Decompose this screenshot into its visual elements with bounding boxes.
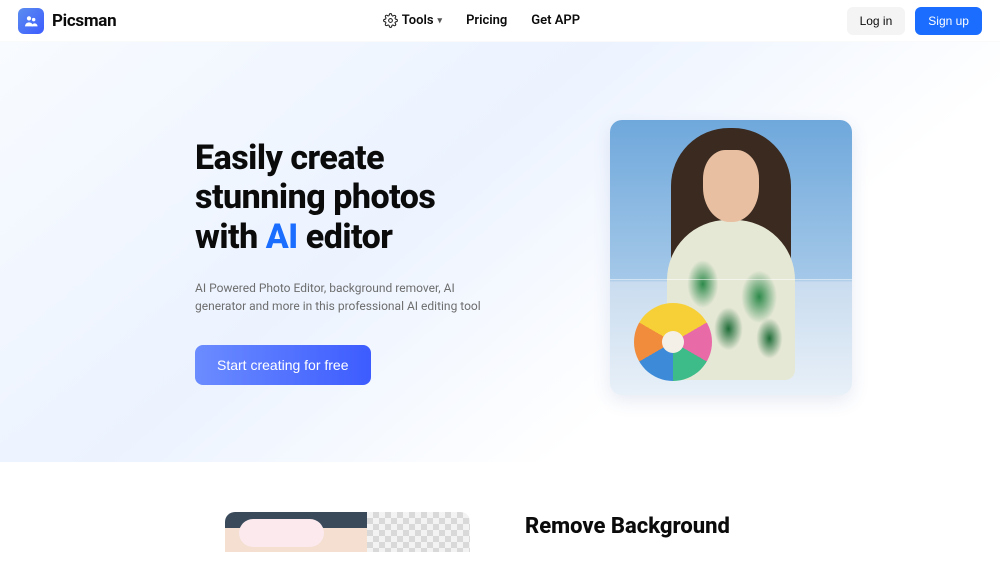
hero-title: Easily create stunning photos with AI ed… <box>195 139 535 256</box>
hero-title-line3a: with <box>195 217 266 257</box>
hero-copy: Easily create stunning photos with AI ed… <box>195 119 535 384</box>
remove-bg-title: Remove Background <box>525 514 805 539</box>
cta-button[interactable]: Start creating for free <box>195 345 371 385</box>
remove-bg-image <box>225 512 470 552</box>
hero-image-divider <box>610 279 852 280</box>
hero-title-line3b: editor <box>298 217 393 257</box>
nav-tools-label: Tools <box>402 13 434 28</box>
nav-getapp-label: Get APP <box>531 13 580 28</box>
hero-subtitle: AI Powered Photo Editor, background remo… <box>195 279 495 315</box>
chevron-down-icon: ▾ <box>438 16 443 26</box>
navbar: Picsman Tools ▾ Pricing Get APP Log in S… <box>0 0 1000 42</box>
hero-title-line1: Easily create <box>195 138 384 178</box>
remove-bg-section: Remove Background <box>0 462 1000 552</box>
nav-pricing-label: Pricing <box>466 13 507 28</box>
remove-bg-copy: Remove Background <box>525 512 805 539</box>
nav-getapp[interactable]: Get APP <box>531 13 580 28</box>
hero-image-ball <box>634 303 712 381</box>
nav-tools[interactable]: Tools ▾ <box>383 13 442 28</box>
logo[interactable]: Picsman <box>18 8 116 34</box>
transparency-checker <box>367 512 470 552</box>
hero-section: Easily create stunning photos with AI ed… <box>0 42 1000 462</box>
hero-title-ai: AI <box>266 217 298 257</box>
hero-title-line2: stunning photos <box>195 177 435 217</box>
hero-image <box>610 120 852 395</box>
nav-pricing[interactable]: Pricing <box>466 13 507 28</box>
login-button[interactable]: Log in <box>847 7 906 35</box>
signup-button[interactable]: Sign up <box>915 7 982 35</box>
logo-icon <box>18 8 44 34</box>
nav-right: Log in Sign up <box>847 7 982 35</box>
logo-text: Picsman <box>52 11 116 31</box>
nav-center: Tools ▾ Pricing Get APP <box>383 13 580 28</box>
gear-icon <box>383 13 398 28</box>
